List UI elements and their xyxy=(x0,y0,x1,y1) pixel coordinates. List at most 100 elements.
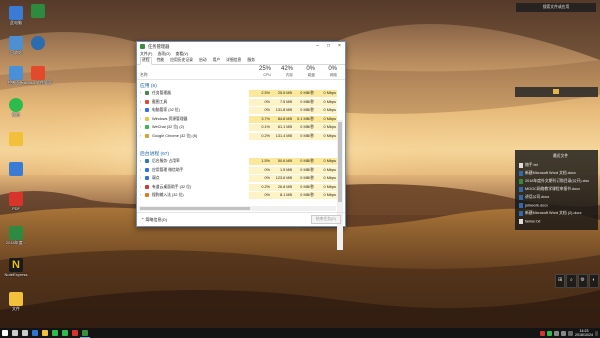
taskbar-office-button[interactable] xyxy=(70,328,80,338)
network-cell: 0 Mbps xyxy=(315,107,337,114)
process-row[interactable]: › Google Chrome (32 位) (5) 0.2% 131.4 MB 0 M… xyxy=(137,132,337,140)
taskbar-browser-button[interactable] xyxy=(30,328,40,338)
desktop-folder-icon[interactable] xyxy=(2,132,30,147)
minimize-button[interactable]: – xyxy=(312,42,323,51)
recent-file-item[interactable]: 新建Microsoft Word 文档.docx xyxy=(519,171,576,179)
desktop-folder-icon-3[interactable]: 文件 xyxy=(2,292,30,312)
clock[interactable]: 14:23 2018/10/24 xyxy=(575,329,593,337)
process-row[interactable]: › 搜狗输入法 (32 位) 0% 8.1 MB 0 MB/秒 0 Mbps xyxy=(137,192,337,199)
title-bar[interactable]: 任务管理器 – □ × xyxy=(137,42,345,51)
apps-group-header[interactable]: 应用 (6) xyxy=(140,82,157,89)
office-icon xyxy=(72,330,78,336)
search-widget[interactable]: 搜索文件或应用 xyxy=(516,3,596,12)
scrollbar-thumb[interactable] xyxy=(140,207,250,210)
close-button[interactable]: × xyxy=(334,42,345,51)
taskbar-search-button[interactable] xyxy=(10,328,20,338)
tab-startup[interactable]: 启动 xyxy=(198,58,208,64)
network-cell: 0 Mbps xyxy=(315,124,337,131)
footer: ⌃ 简略信息(D) 结束任务(E) xyxy=(137,212,345,226)
process-row[interactable]: › 有道云桌面助手 (32 位) 0.2% 26.8 MB 0 MB/秒 0 Mbps xyxy=(137,183,337,191)
process-row[interactable]: › 截图工具 0% 7.5 MB 0 MB/秒 0 Mbps xyxy=(137,98,337,106)
show-desktop-button[interactable] xyxy=(595,330,598,336)
window-title: 任务管理器 xyxy=(148,43,170,49)
recent-file-item[interactable]: joinwork.docx xyxy=(519,203,548,211)
desktop-browser-icon[interactable] xyxy=(24,36,52,51)
recent-file-item[interactable]: 讲话公司.docx xyxy=(519,195,549,203)
taskbar-file-explorer-button[interactable] xyxy=(40,328,50,338)
recent-file-item[interactable]: MOOC网络教学课程申报书.docx xyxy=(519,187,580,195)
antivirus-icon[interactable] xyxy=(540,330,545,336)
tab-app-history[interactable]: 应用历史记录 xyxy=(169,58,194,64)
expand-chevron-icon[interactable]: › xyxy=(140,168,141,172)
recent-file-item[interactable]: 新建Microsoft Word 文档 (2).docx xyxy=(519,211,581,219)
disk-column-header[interactable]: 0% 磁盘 xyxy=(293,66,315,78)
end-task-button[interactable]: 结束任务(E) xyxy=(311,215,341,224)
expand-chevron-icon[interactable]: › xyxy=(140,185,141,189)
taskbar-task-view-button[interactable] xyxy=(20,328,30,338)
recent-file-item[interactable]: 随手.txt xyxy=(519,163,538,171)
expand-chevron-icon[interactable]: › xyxy=(140,193,141,197)
tab-users[interactable]: 用户 xyxy=(212,58,222,64)
expand-chevron-icon[interactable]: › xyxy=(140,108,141,112)
notification-widget[interactable] xyxy=(515,87,598,97)
ime-icon[interactable] xyxy=(568,330,573,336)
scrollbar-thumb[interactable] xyxy=(338,122,342,202)
desktop-excel-icon[interactable] xyxy=(24,4,52,19)
desktop-wechat-icon[interactable]: 微信 xyxy=(2,98,30,118)
maximize-button[interactable]: □ xyxy=(323,42,334,51)
recent-file-item[interactable]: fanker.txt xyxy=(519,219,540,227)
taskbar-chat-button[interactable] xyxy=(60,328,70,338)
tab-performance[interactable]: 性能 xyxy=(156,58,166,64)
tab-services[interactable]: 服务 xyxy=(246,58,256,64)
network-cell: 0 Mbps xyxy=(315,132,337,140)
search-icon[interactable]: ⌕ xyxy=(566,274,577,288)
cpu-cell: 3.7% xyxy=(249,115,271,123)
desktop-app-icon[interactable]: ad8s8 软件管家 xyxy=(24,66,52,86)
column-header-row: 名称 25% CPU 42% 内存 0% 磁盘 0% 网络 xyxy=(137,65,345,80)
horizontal-scrollbar[interactable] xyxy=(138,206,336,211)
process-row[interactable]: › WeChat (32 位) (2) 0.1% 61.1 MB 0 MB/秒 0 Mbp… xyxy=(137,124,337,131)
background-group-header[interactable]: 后台进程 (67) xyxy=(140,150,169,157)
tab-details[interactable]: 详细信息 xyxy=(225,58,242,64)
process-row[interactable]: › 后台服务·占用率 1.5% 50.6 MB 0 MB/秒 0 Mbps xyxy=(137,158,337,165)
recent-file-name: 讲话公司.docx xyxy=(525,195,550,199)
expand-chevron-icon[interactable]: › xyxy=(140,134,141,138)
desktop-folder-icon-2[interactable] xyxy=(2,162,30,177)
expand-chevron-icon[interactable]: › xyxy=(140,91,141,95)
expand-chevron-icon[interactable]: › xyxy=(140,176,141,180)
grid-icon[interactable]: ⊞ xyxy=(555,274,566,288)
taskbar-task-manager-button[interactable] xyxy=(80,328,90,338)
fewer-details-button[interactable]: ⌃ 简略信息(D) xyxy=(141,217,167,223)
menu-options[interactable]: 选项(O) xyxy=(157,52,170,57)
desktop-excel-file-icon[interactable]: 2018年度... xyxy=(2,226,30,246)
network-icon[interactable] xyxy=(554,330,559,336)
desktop-pdf-icon[interactable]: PDF xyxy=(2,192,30,212)
taskbar-windows-start-button[interactable] xyxy=(0,328,10,338)
file-icon xyxy=(519,203,523,208)
memory-column-header[interactable]: 42% 内存 xyxy=(271,66,293,78)
expand-chevron-icon[interactable]: › xyxy=(140,125,141,129)
process-row[interactable]: › 任务管理器 2.5% 25.5 MB 0 MB/秒 0 Mbps xyxy=(137,90,337,97)
theme-icon[interactable]: ◐ xyxy=(588,274,599,288)
cpu-column-header[interactable]: 25% CPU xyxy=(249,66,271,77)
tab-processes[interactable]: 进程 xyxy=(140,57,152,65)
expand-chevron-icon[interactable]: › xyxy=(140,159,141,163)
process-row[interactable]: › 弱点 0% 123.6 MB 0 MB/秒 0 Mbps xyxy=(137,175,337,182)
wechat-tray-icon[interactable] xyxy=(547,330,552,336)
volume-icon[interactable] xyxy=(561,330,566,336)
process-row[interactable]: › 应用管理 微信助手 0% 1.5 MB 0 MB/秒 0 Mbps xyxy=(137,166,337,174)
menu-view[interactable]: 查看(V) xyxy=(176,52,189,57)
name-column-header[interactable]: 名称 xyxy=(140,73,148,78)
process-row[interactable]: › 电脑管家 (32 位) 0% 131.8 MB 0 MB/秒 0 Mbps xyxy=(137,107,337,114)
gear-icon[interactable]: ⚙ xyxy=(577,274,588,288)
network-column-header[interactable]: 0% 网络 xyxy=(315,66,337,78)
taskbar-wechat-button[interactable] xyxy=(50,328,60,338)
expand-chevron-icon[interactable]: › xyxy=(140,100,141,104)
vertical-scrollbar[interactable] xyxy=(337,120,343,250)
recent-file-item[interactable]: 2018年度外文期刊订购目录(公开).xlsx xyxy=(519,179,589,187)
menu-file[interactable]: 文件(F) xyxy=(140,52,152,57)
task-manager-window[interactable]: 任务管理器 – □ × 文件(F) 选项(O) 查看(V) 进程 性能 应用历史… xyxy=(136,41,346,250)
process-row[interactable]: › Windows 资源管理器 3.7% 84.8 MB 0.1 MB/秒 0 Mbps xyxy=(137,115,337,123)
desktop-noteexpress-icon[interactable]: N NoteExpress xyxy=(2,258,30,278)
expand-chevron-icon[interactable]: › xyxy=(140,117,141,121)
